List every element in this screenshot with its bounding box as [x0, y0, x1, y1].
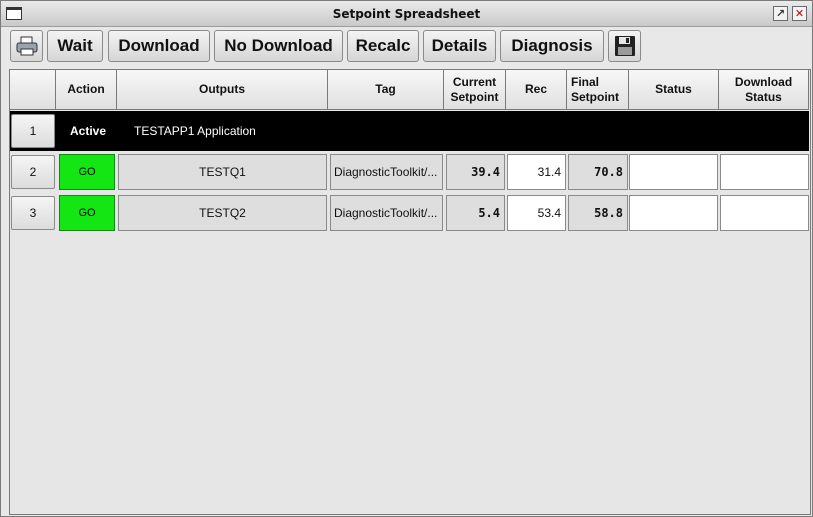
status-cell[interactable]	[629, 195, 718, 231]
header-status[interactable]: Status	[629, 70, 719, 110]
output-cell[interactable]: TESTQ2	[118, 195, 327, 231]
diagnosis-button[interactable]: Diagnosis	[500, 30, 604, 62]
tag-cell[interactable]: DiagnosticToolkit/...	[330, 154, 443, 190]
row-number[interactable]: 1	[11, 114, 55, 148]
header-action[interactable]: Action	[56, 70, 117, 110]
go-button[interactable]: GO	[59, 195, 115, 231]
no-download-button[interactable]: No Download	[214, 30, 343, 62]
setpoint-grid: Action Outputs Tag Current Setpoint Rec …	[9, 69, 811, 515]
floppy-disk-icon	[614, 36, 635, 56]
download-status-cell[interactable]	[720, 154, 809, 190]
rec-cell[interactable]: 31.4	[507, 154, 566, 190]
download-status-cell[interactable]	[720, 195, 809, 231]
setpoint-window: Setpoint Spreadsheet ↗ ✕ Wait Download N…	[0, 0, 813, 517]
close-icon[interactable]: ✕	[792, 6, 807, 21]
restore-icon[interactable]: ↗	[773, 6, 788, 21]
final-setpoint-cell[interactable]: 58.8	[568, 195, 628, 231]
window-title: Setpoint Spreadsheet	[332, 7, 481, 21]
header-rownum	[10, 70, 56, 110]
header-tag[interactable]: Tag	[328, 70, 444, 110]
row-number[interactable]: 2	[11, 155, 55, 189]
title-bar[interactable]: Setpoint Spreadsheet ↗ ✕	[1, 1, 812, 27]
current-setpoint-cell[interactable]: 5.4	[446, 195, 505, 231]
current-setpoint-cell[interactable]: 39.4	[446, 154, 505, 190]
toolbar: Wait Download No Download Recalc Details…	[1, 27, 812, 67]
application-name: TESTAPP1 Application	[134, 124, 256, 138]
tag-cell[interactable]: DiagnosticToolkit/...	[330, 195, 443, 231]
header-current-setpoint[interactable]: Current Setpoint	[444, 70, 506, 110]
details-button[interactable]: Details	[423, 30, 496, 62]
status-cell[interactable]	[629, 154, 718, 190]
row-number[interactable]: 3	[11, 196, 55, 230]
printer-icon	[16, 36, 37, 56]
final-setpoint-cell[interactable]: 70.8	[568, 154, 628, 190]
application-row[interactable]	[10, 111, 809, 151]
recalc-button[interactable]: Recalc	[347, 30, 419, 62]
output-cell[interactable]: TESTQ1	[118, 154, 327, 190]
header-final-setpoint[interactable]: Final Setpoint	[567, 70, 629, 110]
header-download-status[interactable]: Download Status	[719, 70, 809, 110]
download-button[interactable]: Download	[108, 30, 210, 62]
go-button[interactable]: GO	[59, 154, 115, 190]
wait-button[interactable]: Wait	[47, 30, 103, 62]
print-button[interactable]	[10, 30, 43, 62]
header-rec[interactable]: Rec	[506, 70, 567, 110]
header-outputs[interactable]: Outputs	[117, 70, 328, 110]
save-button[interactable]	[608, 30, 641, 62]
rec-cell[interactable]: 53.4	[507, 195, 566, 231]
app-state-label: Active	[57, 111, 119, 151]
